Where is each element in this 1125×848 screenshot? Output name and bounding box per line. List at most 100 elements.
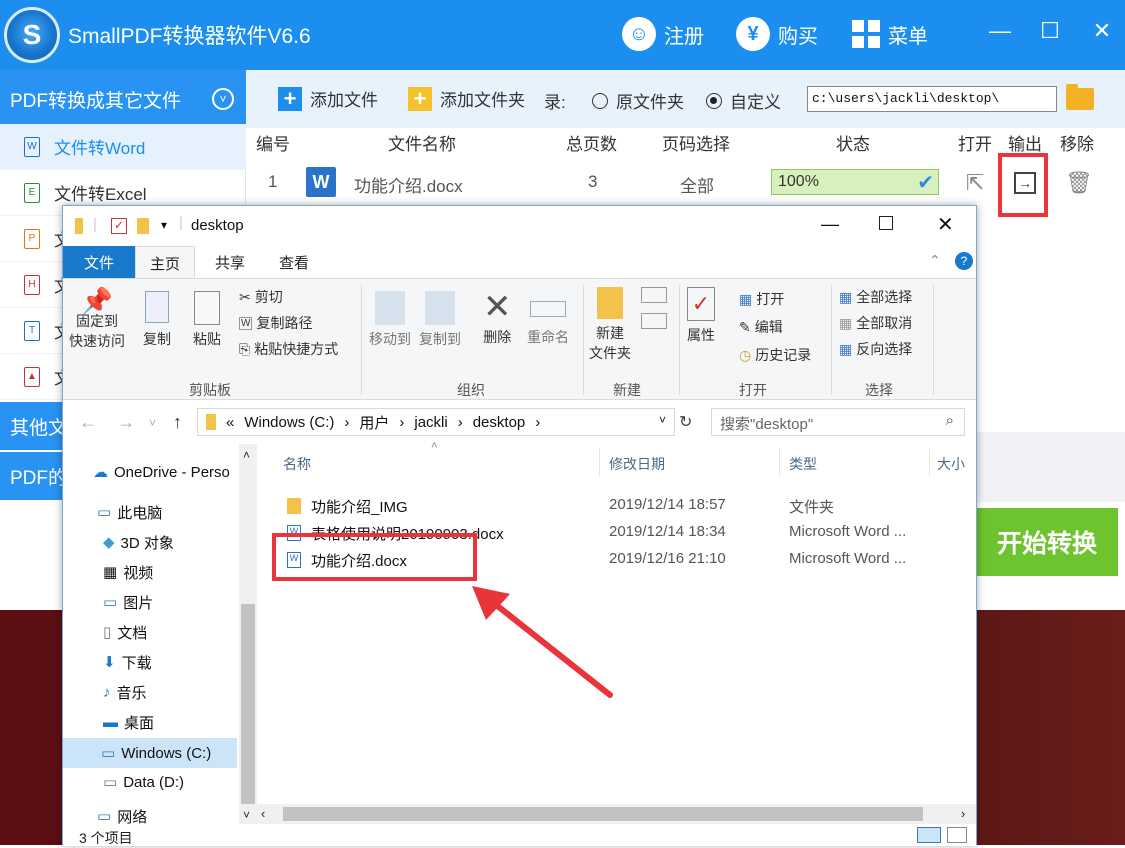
group-divider — [679, 285, 680, 395]
col-header-name[interactable]: 名称 — [283, 454, 311, 474]
select-all-button[interactable]: ▦ 全部选择 — [839, 287, 912, 307]
nav-onedrive[interactable]: ☁ OneDrive - Perso — [93, 460, 230, 484]
help-icon[interactable]: ? — [955, 252, 973, 270]
tab-share[interactable]: 共享 — [201, 246, 259, 278]
edit-button[interactable]: ✎ 编辑 — [739, 317, 783, 337]
folder-icon[interactable] — [137, 218, 149, 234]
breadcrumb-windows-c[interactable]: Windows (C:) — [244, 414, 334, 431]
trash-icon[interactable]: 🗑 — [1065, 170, 1093, 196]
collapse-ribbon-icon[interactable]: ⌃ — [929, 252, 941, 269]
breadcrumb-jackli[interactable]: jackli — [414, 414, 447, 431]
scroll-left-icon[interactable]: ‹ — [261, 806, 265, 821]
menu-button[interactable]: 菜单 — [852, 14, 928, 54]
nav-scrollbar[interactable]: ˄ ˅ — [239, 444, 257, 824]
select-none-button[interactable]: ▦ 全部取消 — [839, 313, 912, 333]
recent-dropdown-icon[interactable]: ˅ — [149, 416, 156, 430]
word-icon: W — [306, 167, 336, 197]
maximize-button[interactable]: ☐ — [1030, 14, 1070, 48]
nav-downloads[interactable]: ⬇ 下载 — [103, 650, 152, 674]
radio-custom-folder[interactable]: 自定义 — [706, 88, 781, 113]
radio-icon — [592, 92, 608, 109]
col-open: 打开 — [958, 135, 992, 154]
back-arrow-icon[interactable]: ← — [79, 412, 97, 433]
nav-music[interactable]: ♪ 音乐 — [103, 680, 147, 704]
address-bar[interactable]: « Windows (C:) › 用户 › jackli › desktop › ˅ — [197, 408, 675, 436]
explorer-minimize-button[interactable]: — — [821, 214, 839, 235]
nav-network[interactable]: ▭ 网络 — [97, 808, 147, 824]
new-item-icon[interactable] — [641, 287, 667, 303]
buy-button[interactable]: ¥ 购买 — [736, 14, 818, 54]
scroll-up-icon[interactable]: ˄ — [243, 448, 250, 462]
copy-to-button[interactable]: 复制到 — [419, 291, 461, 349]
horizontal-scroll-thumb[interactable] — [283, 807, 923, 821]
minimize-button[interactable]: — — [980, 14, 1020, 48]
cut-button[interactable]: ✂ 剪切 — [239, 287, 283, 307]
delete-button[interactable]: ✕ 删除 — [483, 287, 512, 347]
tab-home[interactable]: 主页 — [135, 246, 195, 278]
nav-desktop[interactable]: ▬ 桌面 — [103, 710, 154, 734]
nav-documents[interactable]: ▯ 文档 — [103, 620, 147, 644]
breadcrumb-users[interactable]: 用户 — [359, 412, 389, 433]
forward-arrow-icon[interactable]: → — [117, 412, 135, 433]
table-row[interactable]: 1 功能介绍.docx 3 全部 — [246, 160, 1125, 206]
file-explorer-window: | ✓ ▾ | desktop — ✕ 文件 主页 共享 查看 ⌃ ? 📌 固定… — [62, 205, 977, 846]
nav-data-d[interactable]: ▭ Data (D:) — [103, 770, 184, 794]
col-header-type[interactable]: 类型 — [789, 454, 817, 474]
nav-this-pc[interactable]: ▭ 此电脑 — [97, 500, 162, 524]
row-range[interactable]: 全部 — [680, 172, 714, 197]
scroll-down-icon[interactable]: ˅ — [243, 808, 250, 822]
start-convert-button[interactable]: 开始转换 — [976, 508, 1118, 576]
up-arrow-icon[interactable]: ↑ — [173, 412, 182, 433]
register-button[interactable]: ☺ 注册 — [622, 14, 704, 54]
copy-path-icon: W — [239, 316, 253, 330]
output-path-input[interactable]: c:\users\jackli\desktop\ — [807, 86, 1057, 112]
radio-source-folder[interactable]: 原文件夹 — [592, 88, 684, 113]
refresh-icon[interactable]: ↻ — [679, 412, 692, 432]
open-button[interactable]: ▦ 打开 — [739, 289, 784, 309]
move-to-button[interactable]: 移动到 — [369, 291, 411, 349]
explorer-maximize-button[interactable] — [879, 216, 893, 230]
list-item[interactable]: 功能介绍_IMG 2019/12/14 18:57 文件夹 — [267, 492, 967, 518]
easy-access-icon[interactable] — [641, 313, 667, 329]
copy-button[interactable]: 复制 — [143, 291, 171, 349]
pin-quick-access-button[interactable]: 📌 固定到 快速访问 — [69, 288, 125, 351]
ppt-file-icon: P — [24, 228, 40, 249]
history-button[interactable]: ◷ 历史记录 — [739, 345, 811, 365]
add-folder-button[interactable]: + 添加文件夹 — [408, 86, 525, 111]
nav-videos[interactable]: ▦ 视频 — [103, 560, 153, 584]
desktop-icon: ▬ — [103, 713, 118, 731]
breadcrumb-desktop[interactable]: desktop — [473, 414, 526, 431]
nav-windows-c[interactable]: ▭ Windows (C:) — [63, 738, 237, 768]
col-header-size[interactable]: 大小 — [937, 454, 965, 474]
group-clipboard-label: 剪贴板 — [189, 382, 231, 398]
paste-button[interactable]: 粘贴 — [193, 291, 221, 349]
tab-view[interactable]: 查看 — [265, 246, 323, 278]
browse-folder-icon[interactable] — [1066, 84, 1094, 110]
quick-access-dropdown-icon[interactable]: ▾ — [161, 218, 167, 232]
close-button[interactable]: ✕ — [1082, 14, 1122, 48]
folder-icon — [75, 218, 83, 234]
search-input[interactable]: 搜索"desktop" ⌕ — [711, 408, 965, 436]
new-folder-button[interactable]: 新建 文件夹 — [589, 287, 631, 363]
sidebar-header-pdf-convert[interactable]: PDF转换成其它文件 ˅ — [0, 70, 246, 128]
address-row: ← → ˅ ↑ « Windows (C:) › 用户 › jackli › desk… — [63, 400, 976, 444]
scroll-right-icon[interactable]: › — [961, 806, 965, 821]
nav-pictures[interactable]: ▭ 图片 — [103, 590, 153, 614]
properties-button[interactable]: ✓ 属性 — [687, 287, 715, 345]
checkbox-icon[interactable]: ✓ — [111, 218, 127, 234]
explorer-close-button[interactable]: ✕ — [937, 212, 954, 237]
invert-selection-button[interactable]: ▦ 反向选择 — [839, 339, 912, 359]
address-dropdown-icon[interactable]: ˅ — [659, 413, 666, 427]
large-icons-view-icon[interactable] — [947, 827, 967, 843]
sidebar-item-word[interactable]: W 文件转Word — [0, 124, 246, 170]
rename-button[interactable]: 重命名 — [527, 291, 569, 347]
details-view-icon[interactable] — [917, 827, 941, 843]
open-file-icon[interactable]: ⇱ — [962, 170, 988, 196]
col-header-date[interactable]: 修改日期 — [609, 454, 665, 474]
tab-file[interactable]: 文件 — [63, 246, 135, 278]
nav-scroll-thumb[interactable] — [241, 604, 255, 804]
paste-shortcut-button[interactable]: ⎘ 粘贴快捷方式 — [239, 339, 338, 359]
nav-3d-objects[interactable]: ◆ 3D 对象 — [103, 530, 174, 554]
copy-path-button[interactable]: W 复制路径 — [239, 313, 312, 333]
add-file-button[interactable]: + 添加文件 — [278, 86, 378, 111]
